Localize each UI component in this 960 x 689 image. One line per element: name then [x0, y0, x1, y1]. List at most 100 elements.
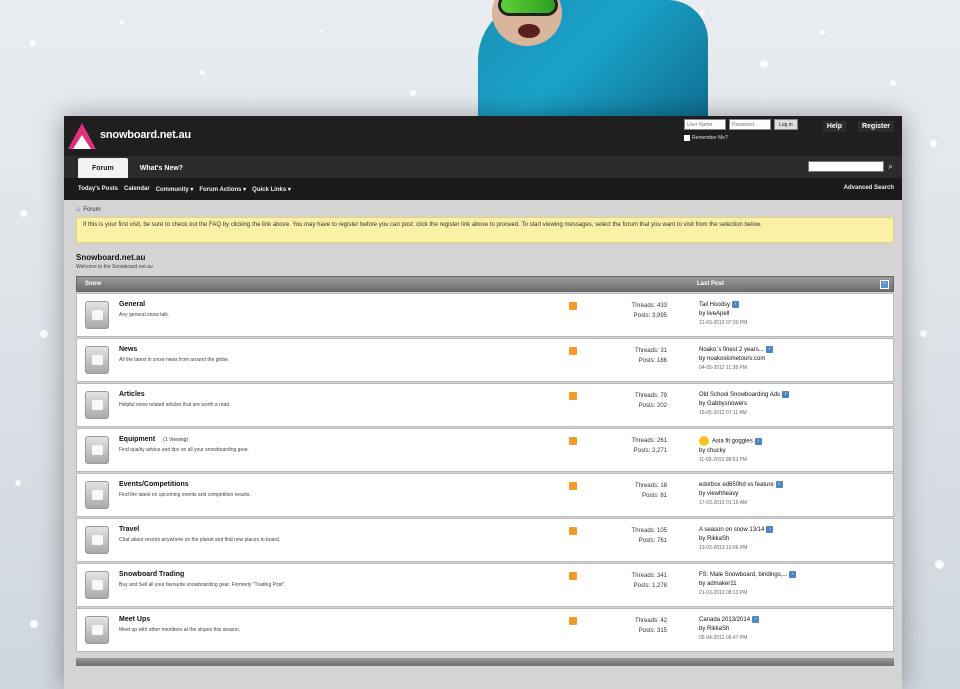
- username-input[interactable]: [684, 119, 726, 130]
- last-post-title[interactable]: Tail Hoodsy: [699, 302, 730, 308]
- thread-count: Threads: 18: [634, 483, 667, 489]
- forum-stats: Threads: 261 Posts: 2,271: [632, 436, 667, 456]
- last-post-author[interactable]: by admaker11: [699, 580, 796, 589]
- remember-checkbox[interactable]: [684, 135, 690, 141]
- last-post-author[interactable]: by Gabbysnowers: [699, 400, 789, 409]
- forum-name[interactable]: News: [119, 346, 145, 353]
- forum-row[interactable]: News All the latest in snow news from aro…: [76, 338, 894, 382]
- category-title[interactable]: Snow: [85, 281, 101, 287]
- last-post-author[interactable]: by liveApell: [699, 310, 747, 319]
- thread-count: Threads: 433: [631, 303, 667, 309]
- collapse-icon[interactable]: −: [880, 280, 889, 289]
- last-post: edorbox ed650hd vs feature › by viewhheavy…: [699, 481, 783, 508]
- forum-row[interactable]: Articles Helpful snow related articles th…: [76, 383, 894, 427]
- last-post-title[interactable]: edorbox ed650hd vs feature: [699, 482, 774, 488]
- login-form: Log in Remember Me?: [684, 119, 798, 141]
- rss-icon[interactable]: [569, 347, 577, 355]
- last-post-author[interactable]: by viewhheavy: [699, 490, 783, 499]
- forum-actions-menu[interactable]: Forum Actions ▾: [199, 186, 246, 193]
- forum-status-icon: [85, 391, 109, 419]
- forum-description: Chat about resorts anywhere on the plane…: [119, 537, 281, 543]
- tab-whats-new[interactable]: What's New?: [128, 158, 195, 178]
- last-post: FS: Male Snowboard, bindings,... › by adma…: [699, 571, 797, 598]
- last-post-author[interactable]: by RikkaSh: [699, 535, 773, 544]
- last-post-title[interactable]: Canada 2013/2014: [699, 617, 750, 623]
- forum-name[interactable]: Equipment (1 Viewing): [119, 436, 188, 443]
- todays-posts-link[interactable]: Today's Posts: [78, 186, 118, 192]
- forum-status-icon: [85, 346, 109, 374]
- forum-window: snowboard.net.au Log in Remember Me? Hel…: [64, 116, 902, 689]
- forum-description: All the latest in snow news from around …: [119, 357, 230, 363]
- forum-name[interactable]: Events/Competitions: [119, 481, 197, 488]
- search-input[interactable]: [808, 161, 884, 172]
- home-icon[interactable]: ⌂: [76, 206, 80, 213]
- goto-post-icon[interactable]: ›: [752, 616, 760, 623]
- rss-icon[interactable]: [569, 617, 577, 625]
- top-bar: snowboard.net.au Log in Remember Me? Hel…: [64, 116, 902, 156]
- forum-stats: Threads: 341 Posts: 1,278: [632, 571, 667, 591]
- goto-post-icon[interactable]: ›: [754, 437, 762, 445]
- calendar-link[interactable]: Calendar: [124, 186, 150, 192]
- rider-goggles: [498, 0, 558, 16]
- tab-forum[interactable]: Forum: [78, 158, 128, 178]
- forum-row[interactable]: Meet Ups Meet up with other members at th…: [76, 608, 894, 652]
- forum-name[interactable]: Meet Ups: [119, 616, 158, 623]
- post-count: Posts: 202: [638, 403, 667, 409]
- last-post: Noako`s finest 2 years... › by noakoskimet…: [699, 346, 773, 373]
- rss-icon[interactable]: [569, 392, 577, 400]
- thread-count: Threads: 105: [631, 528, 667, 534]
- site-logo[interactable]: snowboard.net.au: [68, 119, 191, 151]
- register-link[interactable]: Register: [857, 121, 894, 132]
- last-post-title[interactable]: FS: Male Snowboard, bindings,...: [699, 572, 787, 578]
- forum-row[interactable]: Equipment (1 Viewing) Find quality advice …: [76, 428, 894, 472]
- rss-icon[interactable]: [569, 302, 577, 310]
- last-post-author[interactable]: by RikkaSh: [699, 625, 759, 634]
- rss-icon[interactable]: [569, 482, 577, 490]
- last-post-title[interactable]: Old School Snowboarding Ads: [699, 392, 780, 398]
- goto-post-icon[interactable]: ›: [732, 301, 740, 308]
- last-post-title[interactable]: Asia fit goggles: [712, 439, 753, 445]
- goto-post-icon[interactable]: ›: [765, 346, 773, 353]
- goto-post-icon[interactable]: ›: [789, 571, 797, 578]
- remember-label: Remember Me?: [692, 135, 728, 141]
- last-post: Canada 2013/2014 › by RikkaSh 05-04-2013 06…: [699, 616, 760, 643]
- forum-row[interactable]: Snowboard Trading Buy and Sell all your f…: [76, 563, 894, 607]
- password-input[interactable]: [729, 119, 771, 130]
- last-post-date: 15-05-2012 07:11 AM: [699, 410, 747, 417]
- forum-name[interactable]: Travel: [119, 526, 147, 533]
- forum-row[interactable]: General Any general snow talk. Threads: 43…: [76, 293, 894, 337]
- forum-name[interactable]: Snowboard Trading: [119, 571, 192, 578]
- rss-icon[interactable]: [569, 527, 577, 535]
- welcome-notice: If this is your first visit, be sure to …: [76, 217, 894, 243]
- rss-icon[interactable]: [569, 437, 577, 445]
- goto-post-icon[interactable]: ›: [782, 391, 790, 398]
- forum-name[interactable]: General: [119, 301, 153, 308]
- forum-description: Any general snow talk.: [119, 312, 170, 318]
- page-title: Snowboard.net.au: [76, 253, 146, 262]
- search-icon[interactable]: ⌕: [888, 161, 898, 171]
- last-post-title[interactable]: A season on snow 13/14: [699, 527, 764, 533]
- last-post-author[interactable]: by noakoskimetours.com: [699, 355, 773, 364]
- last-post-title[interactable]: Noako`s finest 2 years...: [699, 347, 764, 353]
- breadcrumb-forum[interactable]: Forum: [83, 207, 100, 213]
- forum-stats: Threads: 18 Posts: 81: [635, 481, 667, 501]
- last-post: A season on snow 13/14 › by RikkaSh 13-03-2…: [699, 526, 774, 553]
- login-button[interactable]: Log in: [774, 119, 798, 130]
- remember-me[interactable]: Remember Me?: [684, 135, 798, 141]
- smile-icon: [699, 436, 709, 446]
- goto-post-icon[interactable]: ›: [766, 526, 774, 533]
- quick-links-menu[interactable]: Quick Links ▾: [252, 186, 291, 193]
- thread-count: Threads: 31: [634, 348, 667, 354]
- advanced-search-link[interactable]: Advanced Search: [844, 185, 894, 191]
- forum-row[interactable]: Events/Competitions Find the latest on up…: [76, 473, 894, 517]
- forum-name[interactable]: Articles: [119, 391, 153, 398]
- help-link[interactable]: Help: [822, 121, 846, 132]
- goto-post-icon[interactable]: ›: [775, 481, 783, 488]
- forum-stats: Threads: 42 Posts: 315: [635, 616, 667, 636]
- last-post-date: 17-03-2013 01:16 AM: [699, 500, 748, 507]
- post-count: Posts: 315: [638, 628, 667, 634]
- forum-row[interactable]: Travel Chat about resorts anywhere on the…: [76, 518, 894, 562]
- community-menu[interactable]: Community ▾: [156, 186, 194, 193]
- rss-icon[interactable]: [569, 572, 577, 580]
- last-post-author[interactable]: by chucky: [699, 447, 762, 456]
